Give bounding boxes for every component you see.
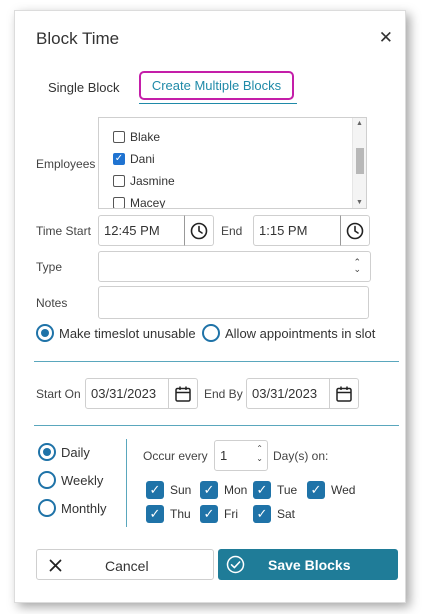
start-on-label: Start On — [36, 387, 81, 401]
day-label: Wed — [331, 483, 356, 497]
day-checkbox[interactable]: ✓ — [253, 505, 271, 523]
calendar-icon — [175, 386, 191, 402]
radio-button[interactable] — [38, 443, 56, 461]
calendar-icon — [336, 386, 352, 402]
close-icon — [49, 559, 62, 572]
day-label: Sun — [170, 483, 192, 497]
type-select[interactable]: ⌃ ⌄ — [98, 251, 371, 282]
day-label: Fri — [224, 507, 238, 521]
radio-button[interactable] — [202, 324, 220, 342]
block-time-dialog: Block Time ✕ Single Block Create Multipl… — [14, 10, 406, 603]
cancel-button-label: Cancel — [105, 558, 149, 574]
start-on-input[interactable]: 03/31/2023 — [85, 378, 169, 409]
employee-checkbox-jasmine[interactable] — [113, 175, 125, 187]
day-label: Thu — [170, 507, 191, 521]
check-circle-icon — [226, 555, 245, 574]
employee-name: Dani — [130, 152, 155, 166]
cancel-button[interactable]: Cancel — [36, 549, 214, 580]
day-sat[interactable]: ✓ Sat — [253, 505, 295, 523]
radio-label: Weekly — [61, 472, 104, 488]
occur-every-value: 1 — [220, 448, 228, 463]
section-divider — [34, 361, 399, 362]
employee-name: Jasmine — [130, 174, 175, 188]
day-wed[interactable]: ✓ Wed — [307, 481, 355, 499]
recurrence-weekly-option[interactable]: Weekly — [38, 471, 103, 489]
allow-appointments-option[interactable]: Allow appointments in slot — [202, 324, 375, 342]
save-blocks-button-label: Save Blocks — [268, 557, 351, 573]
radio-button[interactable] — [38, 499, 56, 517]
active-tab-underline — [139, 103, 297, 104]
radio-button[interactable] — [36, 324, 54, 342]
day-checkbox[interactable]: ✓ — [253, 481, 271, 499]
day-checkbox[interactable]: ✓ — [200, 481, 218, 499]
time-start-label: Time Start — [36, 224, 91, 238]
day-fri[interactable]: ✓ Fri — [200, 505, 238, 523]
notes-label: Notes — [36, 296, 68, 310]
clock-icon — [346, 222, 364, 239]
day-label: Tue — [277, 483, 298, 497]
day-tue[interactable]: ✓ Tue — [253, 481, 297, 499]
list-item[interactable]: Blake — [113, 130, 160, 144]
employee-name: Macey — [130, 196, 166, 209]
tab-single-block[interactable]: Single Block — [48, 80, 120, 95]
occur-every-label: Occur every — [143, 449, 208, 463]
time-start-input[interactable]: 12:45 PM — [98, 215, 186, 246]
day-thu[interactable]: ✓ Thu — [146, 505, 191, 523]
end-by-calendar-button[interactable] — [329, 378, 359, 409]
section-divider — [34, 425, 399, 426]
scroll-up-icon[interactable]: ▲ — [356, 120, 363, 127]
end-by-input[interactable]: 03/31/2023 — [246, 378, 330, 409]
tab-create-multiple-blocks[interactable]: Create Multiple Blocks — [139, 71, 294, 100]
recurrence-divider — [126, 439, 127, 527]
select-arrows-icon: ⌃ ⌄ — [353, 257, 361, 274]
days-on-label: Day(s) on: — [273, 449, 329, 463]
occur-every-stepper[interactable]: 1 ⌃ ⌄ — [214, 440, 268, 471]
employees-label: Employees — [36, 157, 96, 171]
time-start-picker-button[interactable] — [184, 215, 214, 246]
stepper-arrows-icon[interactable]: ⌃ ⌄ — [256, 444, 263, 464]
list-item[interactable]: Dani — [113, 152, 155, 166]
make-timeslot-unusable-option[interactable]: Make timeslot unusable — [36, 324, 196, 342]
list-item[interactable]: Jasmine — [113, 174, 175, 188]
day-label: Mon — [224, 483, 248, 497]
start-on-calendar-button[interactable] — [168, 378, 198, 409]
clock-icon — [190, 222, 208, 239]
scroll-down-icon[interactable]: ▼ — [356, 199, 363, 206]
scroll-thumb[interactable] — [356, 148, 364, 174]
time-end-picker-button[interactable] — [340, 215, 370, 246]
employee-checkbox-dani[interactable] — [113, 153, 125, 165]
day-checkbox[interactable]: ✓ — [146, 481, 164, 499]
close-icon[interactable]: ✕ — [379, 28, 393, 48]
day-checkbox[interactable]: ✓ — [200, 505, 218, 523]
time-end-input[interactable]: 1:15 PM — [253, 215, 341, 246]
recurrence-monthly-option[interactable]: Monthly — [38, 499, 107, 517]
recurrence-daily-option[interactable]: Daily — [38, 443, 90, 461]
save-blocks-button[interactable]: Save Blocks — [218, 549, 398, 580]
day-mon[interactable]: ✓ Mon — [200, 481, 247, 499]
radio-button[interactable] — [38, 471, 56, 489]
employee-name: Blake — [130, 130, 161, 144]
day-checkbox[interactable]: ✓ — [146, 505, 164, 523]
type-label: Type — [36, 260, 63, 274]
employee-checkbox-macey[interactable] — [113, 197, 125, 208]
notes-input[interactable] — [98, 286, 369, 319]
radio-label: Monthly — [61, 500, 107, 516]
day-sun[interactable]: ✓ Sun — [146, 481, 191, 499]
employee-checkbox-blake[interactable] — [113, 131, 125, 143]
radio-label: Allow appointments in slot — [225, 325, 376, 341]
radio-label: Make timeslot unusable — [59, 325, 196, 341]
list-item[interactable]: Macey — [113, 196, 166, 209]
day-checkbox[interactable]: ✓ — [307, 481, 325, 499]
end-by-label: End By — [204, 387, 243, 401]
day-label: Sat — [277, 507, 296, 521]
employee-list[interactable]: Blake Dani Jasmine Macey ▲ ▼ — [98, 117, 367, 209]
radio-label: Daily — [61, 444, 90, 460]
time-end-label: End — [221, 224, 243, 238]
dialog-title: Block Time — [36, 29, 120, 48]
employee-list-scrollbar[interactable]: ▲ ▼ — [352, 118, 366, 208]
